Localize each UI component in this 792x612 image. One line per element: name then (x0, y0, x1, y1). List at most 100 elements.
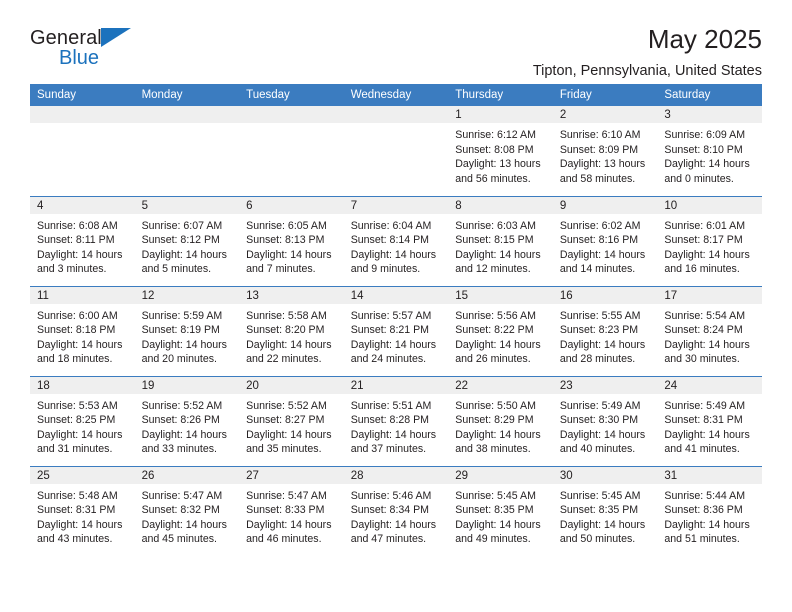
page-header: General Blue May 2025 Tipton, Pennsylvan… (30, 0, 762, 79)
sunset-text: Sunset: 8:17 PM (664, 234, 743, 247)
day-number: 28 (343, 466, 449, 484)
calendar-day-cell[interactable]: 21 Sunrise: 5:51 AM Sunset: 8:28 PM Dayligh… (343, 375, 449, 466)
calendar-day-cell[interactable]: 24 Sunrise: 5:49 AM Sunset: 8:31 PM Dayligh… (657, 375, 762, 466)
day-details: Sunrise: 5:47 AM Sunset: 8:33 PM Daylight:… (239, 484, 344, 547)
page-title: May 2025 (647, 24, 762, 54)
sunset-text: Sunset: 8:25 PM (37, 414, 116, 427)
calendar-day-cell[interactable]: 12 Sunrise: 5:59 AM Sunset: 8:19 PM Dayligh… (134, 285, 240, 376)
calendar-day-cell[interactable]: 6 Sunrise: 6:05 AM Sunset: 8:13 PM Daylight… (239, 195, 344, 286)
sunrise-text: Sunrise: 6:04 AM (350, 219, 432, 232)
day-number: 14 (343, 286, 449, 304)
daylight-text-line1: Daylight: 14 hours (141, 518, 227, 531)
calendar-day-cell[interactable]: 14 Sunrise: 5:57 AM Sunset: 8:21 PM Dayligh… (343, 285, 449, 376)
sunset-text: Sunset: 8:35 PM (559, 504, 639, 517)
day-number: 25 (30, 466, 135, 484)
daylight-text-line1: Daylight: 14 hours (664, 428, 750, 441)
sunrise-text: Sunrise: 5:55 AM (559, 309, 641, 322)
calendar-day-cell[interactable]: 18 Sunrise: 5:53 AM Sunset: 8:25 PM Dayligh… (30, 375, 135, 466)
weekday-header-row: Sunday Monday Tuesday Wednesday Thursday… (30, 84, 762, 106)
weekday-header-monday: Monday (134, 84, 240, 106)
calendar-day-cell[interactable]: 5 Sunrise: 6:07 AM Sunset: 8:12 PM Daylight… (134, 195, 240, 286)
sunrise-text: Sunrise: 6:03 AM (455, 219, 536, 232)
calendar-week-row: 18 Sunrise: 5:53 AM Sunset: 8:25 PM Dayligh… (30, 375, 762, 466)
calendar-day-cell[interactable]: 11 Sunrise: 6:00 AM Sunset: 8:18 PM Dayligh… (30, 285, 135, 376)
day-details: Sunrise: 6:01 AM Sunset: 8:17 PM Daylight:… (657, 214, 762, 277)
calendar-day-cell[interactable]: 3 Sunrise: 6:09 AM Sunset: 8:10 PM Daylight… (657, 106, 762, 196)
sunset-text: Sunset: 8:23 PM (559, 324, 639, 337)
daylight-text-line2: and 33 minutes. (141, 443, 217, 456)
sunrise-text: Sunrise: 5:45 AM (455, 489, 536, 502)
daylight-text-line1: Daylight: 14 hours (141, 338, 227, 351)
calendar-day-cell[interactable]: 26 Sunrise: 5:47 AM Sunset: 8:32 PM Dayligh… (134, 465, 240, 556)
day-details: Sunrise: 5:47 AM Sunset: 8:32 PM Daylight:… (135, 484, 240, 547)
day-details: Sunrise: 6:03 AM Sunset: 8:15 PM Daylight:… (448, 214, 553, 277)
day-details: Sunrise: 6:02 AM Sunset: 8:16 PM Daylight:… (553, 214, 658, 277)
daylight-text-line2: and 12 minutes. (455, 263, 531, 276)
daylight-text-line2: and 40 minutes. (559, 443, 636, 456)
daylight-text-line2: and 18 minutes. (37, 353, 113, 366)
daylight-text-line2: and 47 minutes. (350, 533, 427, 546)
calendar-day-cell[interactable]: 30 Sunrise: 5:45 AM Sunset: 8:35 PM Dayligh… (552, 465, 658, 556)
sunrise-text: Sunrise: 5:53 AM (37, 399, 118, 412)
calendar-day-cell[interactable]: 8 Sunrise: 6:03 AM Sunset: 8:15 PM Daylight… (448, 195, 553, 286)
calendar-cell-empty (30, 106, 135, 196)
day-number: 17 (657, 286, 762, 304)
sunrise-text: Sunrise: 6:08 AM (37, 219, 118, 232)
day-details: Sunrise: 5:54 AM Sunset: 8:24 PM Daylight:… (657, 304, 762, 367)
calendar-day-cell[interactable]: 13 Sunrise: 5:58 AM Sunset: 8:20 PM Dayligh… (239, 285, 344, 376)
daylight-text-line1: Daylight: 13 hours (559, 158, 646, 171)
day-details: Sunrise: 5:48 AM Sunset: 8:31 PM Daylight:… (30, 484, 135, 547)
day-number: 3 (657, 106, 762, 123)
sunrise-text: Sunrise: 5:49 AM (559, 399, 641, 412)
daylight-text-line2: and 45 minutes. (141, 533, 217, 546)
brand-logo[interactable]: General Blue (30, 26, 150, 76)
calendar-day-cell[interactable]: 28 Sunrise: 5:46 AM Sunset: 8:34 PM Dayligh… (343, 465, 449, 556)
calendar-day-cell[interactable]: 15 Sunrise: 5:56 AM Sunset: 8:22 PM Dayligh… (448, 285, 553, 376)
calendar-day-cell[interactable]: 25 Sunrise: 5:48 AM Sunset: 8:31 PM Dayligh… (30, 465, 135, 556)
calendar-day-cell[interactable]: 27 Sunrise: 5:47 AM Sunset: 8:33 PM Dayligh… (239, 465, 344, 556)
calendar-day-cell[interactable]: 4 Sunrise: 6:08 AM Sunset: 8:11 PM Daylight… (30, 195, 135, 286)
sunset-text: Sunset: 8:29 PM (455, 414, 534, 427)
calendar-day-cell[interactable]: 23 Sunrise: 5:49 AM Sunset: 8:30 PM Dayligh… (552, 375, 658, 466)
daylight-text-line2: and 38 minutes. (455, 443, 531, 456)
daylight-text-line1: Daylight: 14 hours (246, 518, 332, 531)
day-number: 27 (239, 466, 344, 484)
day-details: Sunrise: 6:00 AM Sunset: 8:18 PM Daylight:… (30, 304, 135, 367)
daylight-text-line2: and 46 minutes. (246, 533, 322, 546)
calendar-page: General Blue May 2025 Tipton, Pennsylvan… (0, 0, 792, 612)
calendar-day-cell[interactable]: 9 Sunrise: 6:02 AM Sunset: 8:16 PM Daylight… (552, 195, 658, 286)
day-number: 15 (448, 286, 553, 304)
sunset-text: Sunset: 8:15 PM (455, 234, 534, 247)
day-details: Sunrise: 5:55 AM Sunset: 8:23 PM Daylight:… (553, 304, 658, 367)
calendar-day-cell[interactable]: 2 Sunrise: 6:10 AM Sunset: 8:09 PM Daylight… (552, 106, 658, 196)
daylight-text-line2: and 31 minutes. (37, 443, 113, 456)
day-number: 10 (657, 196, 762, 214)
day-details: Sunrise: 6:07 AM Sunset: 8:12 PM Daylight:… (135, 214, 240, 277)
calendar-day-cell[interactable]: 19 Sunrise: 5:52 AM Sunset: 8:26 PM Dayligh… (134, 375, 240, 466)
calendar-day-cell[interactable]: 17 Sunrise: 5:54 AM Sunset: 8:24 PM Dayligh… (657, 285, 762, 376)
daylight-text-line2: and 22 minutes. (246, 353, 322, 366)
sunrise-text: Sunrise: 6:09 AM (664, 129, 746, 141)
calendar-day-cell[interactable]: 1 Sunrise: 6:12 AM Sunset: 8:08 PM Daylight… (448, 106, 553, 196)
day-number (30, 106, 135, 123)
calendar-day-cell[interactable]: 22 Sunrise: 5:50 AM Sunset: 8:29 PM Dayligh… (448, 375, 553, 466)
sunrise-text: Sunrise: 5:50 AM (455, 399, 536, 412)
calendar-day-cell[interactable]: 29 Sunrise: 5:45 AM Sunset: 8:35 PM Dayligh… (448, 465, 553, 556)
sunrise-text: Sunrise: 6:07 AM (141, 219, 223, 232)
daylight-text-line2: and 43 minutes. (37, 533, 113, 546)
daylight-text-line1: Daylight: 14 hours (141, 428, 227, 441)
sunrise-text: Sunrise: 5:51 AM (350, 399, 432, 412)
calendar-week-row: 4 Sunrise: 6:08 AM Sunset: 8:11 PM Daylight… (30, 195, 762, 286)
daylight-text-line1: Daylight: 14 hours (664, 338, 750, 351)
sunset-text: Sunset: 8:09 PM (559, 143, 639, 156)
calendar-day-cell[interactable]: 20 Sunrise: 5:52 AM Sunset: 8:27 PM Dayligh… (239, 375, 344, 466)
calendar-day-cell[interactable]: 10 Sunrise: 6:01 AM Sunset: 8:17 PM Dayligh… (657, 195, 762, 286)
daylight-text-line1: Daylight: 14 hours (350, 248, 437, 261)
daylight-text-line1: Daylight: 13 hours (455, 158, 541, 171)
sunset-text: Sunset: 8:20 PM (246, 324, 325, 337)
calendar-day-cell[interactable]: 7 Sunrise: 6:04 AM Sunset: 8:14 PM Daylight… (343, 195, 449, 286)
daylight-text-line2: and 3 minutes. (37, 263, 107, 276)
day-details: Sunrise: 5:53 AM Sunset: 8:25 PM Daylight:… (30, 394, 135, 457)
calendar-day-cell[interactable]: 31 Sunrise: 5:44 AM Sunset: 8:36 PM Dayligh… (657, 465, 762, 556)
calendar-day-cell[interactable]: 16 Sunrise: 5:55 AM Sunset: 8:23 PM Dayligh… (552, 285, 658, 376)
